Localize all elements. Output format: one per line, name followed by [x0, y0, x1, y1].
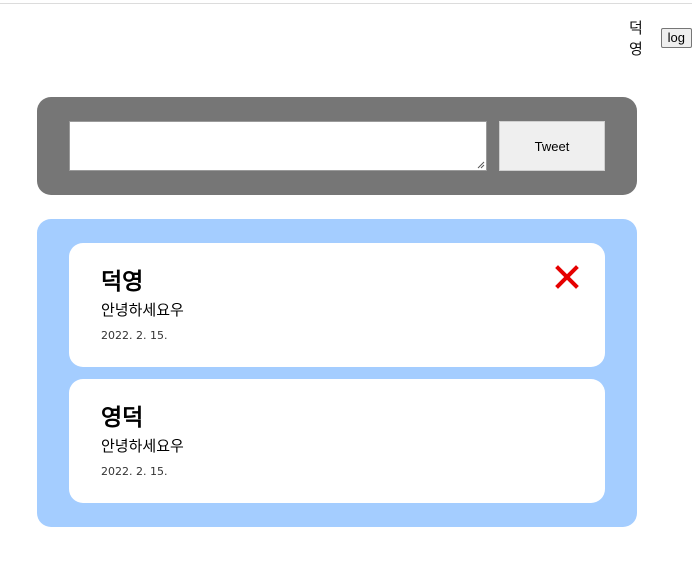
current-username: 덕영: [629, 19, 643, 58]
tweet-feed: 덕영 안녕하세요우 2022. 2. 15. 영덕 안녕하세요우 2022. 2…: [37, 219, 637, 527]
tweet-date: 2022. 2. 15.: [101, 465, 168, 478]
top-divider: [0, 3, 692, 4]
tweet-input[interactable]: [69, 121, 487, 171]
tweet-author: 영덕: [101, 405, 144, 431]
tweet-card: 영덕 안녕하세요우 2022. 2. 15.: [69, 379, 605, 503]
close-icon[interactable]: [555, 265, 579, 289]
user-bar: 덕영 log: [629, 19, 692, 58]
tweet-text: 안녕하세요우: [101, 301, 184, 319]
compose-panel: Tweet: [37, 97, 637, 195]
tweet-card: 덕영 안녕하세요우 2022. 2. 15.: [69, 243, 605, 367]
resize-grip-icon[interactable]: [477, 161, 485, 169]
tweet-text: 안녕하세요우: [101, 437, 184, 455]
tweet-date: 2022. 2. 15.: [101, 329, 168, 342]
tweet-button[interactable]: Tweet: [499, 121, 605, 171]
logout-button[interactable]: log: [660, 28, 692, 48]
tweet-author: 덕영: [101, 269, 144, 295]
